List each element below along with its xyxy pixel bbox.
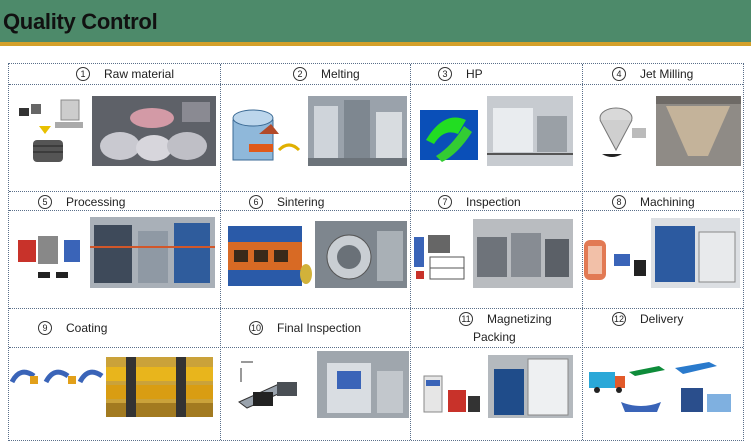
- jet-milling-icon: [592, 98, 652, 166]
- delivery-icon: [585, 358, 741, 418]
- final-inspection-photo: [317, 351, 409, 418]
- final-inspection-icon: [227, 352, 311, 418]
- page-title: Quality Control: [3, 9, 158, 34]
- hp-photo: [487, 96, 573, 166]
- jet-milling-photo: [656, 96, 741, 166]
- coating-photo: [106, 357, 213, 417]
- raw-material-photo: [92, 96, 216, 166]
- grid-divider: [9, 347, 743, 348]
- hp-icon: [416, 100, 483, 166]
- step-label: 4 Jet Milling: [612, 67, 693, 81]
- step-label-line2: Packing: [473, 330, 516, 344]
- processing-photo: [90, 217, 215, 288]
- step-label: 7 Inspection: [438, 195, 521, 209]
- step-label: 10 Final Inspection: [249, 321, 362, 335]
- magnetizing-packing-photo: [488, 355, 573, 418]
- sintering-photo: [315, 221, 407, 288]
- melting-photo: [308, 96, 407, 166]
- grid-divider: [9, 210, 743, 211]
- grid-divider: [9, 84, 743, 85]
- sintering-icon: [228, 226, 312, 288]
- machining-photo: [651, 218, 740, 288]
- machining-icon: [584, 234, 650, 288]
- magnetizing-packing-icon: [420, 370, 484, 418]
- step-label: 6 Sintering: [249, 195, 324, 209]
- raw-material-icon: [17, 96, 87, 166]
- step-label: 3 HP: [438, 67, 483, 81]
- grid-divider: [582, 64, 583, 440]
- header-bar: Quality Control: [0, 0, 751, 46]
- melting-icon: [229, 100, 304, 166]
- step-label: 11 Magnetizing: [459, 312, 552, 326]
- grid-divider: [220, 64, 221, 440]
- step-label: 1 Raw material: [76, 67, 174, 81]
- step-label: 5 Processing: [38, 195, 125, 209]
- grid-divider: [410, 64, 411, 440]
- step-label: 8 Machining: [612, 195, 695, 209]
- step-label: 9 Coating: [38, 321, 107, 335]
- coating-icon: [10, 362, 106, 388]
- inspection-photo: [473, 219, 573, 288]
- step-label: 12 Delivery: [612, 312, 684, 326]
- inspection-icon: [412, 231, 470, 283]
- processing-icon: [14, 226, 86, 286]
- step-label: 2 Melting: [293, 67, 360, 81]
- grid-divider: [9, 308, 743, 309]
- grid-divider: [9, 191, 743, 192]
